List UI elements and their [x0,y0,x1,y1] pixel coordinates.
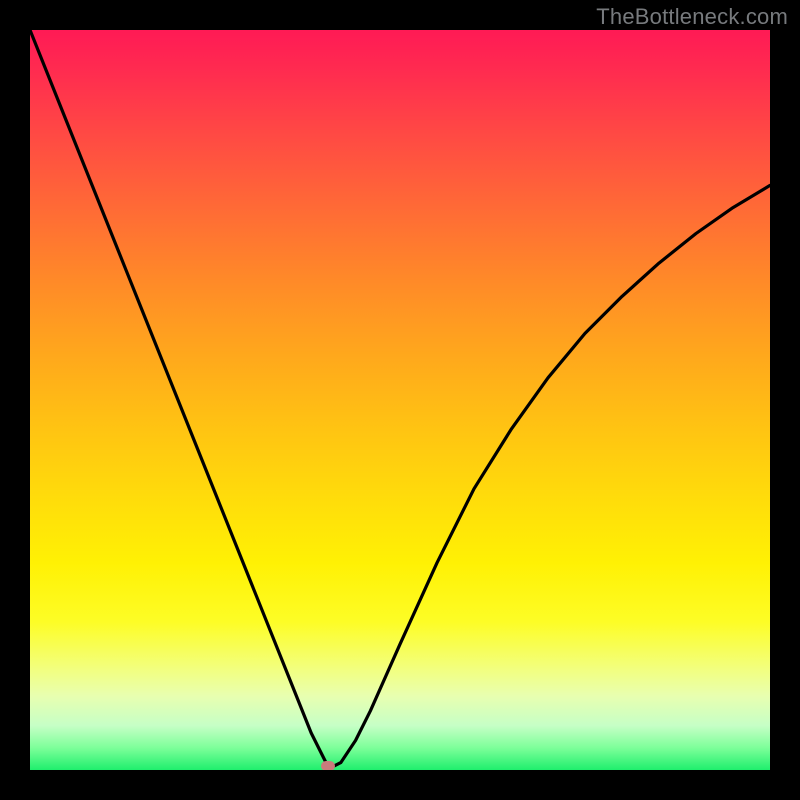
chart-frame: TheBottleneck.com [0,0,800,800]
plot-area [30,30,770,770]
watermark-text: TheBottleneck.com [596,4,788,30]
vertex-marker [321,761,335,770]
bottleneck-curve [30,30,770,770]
